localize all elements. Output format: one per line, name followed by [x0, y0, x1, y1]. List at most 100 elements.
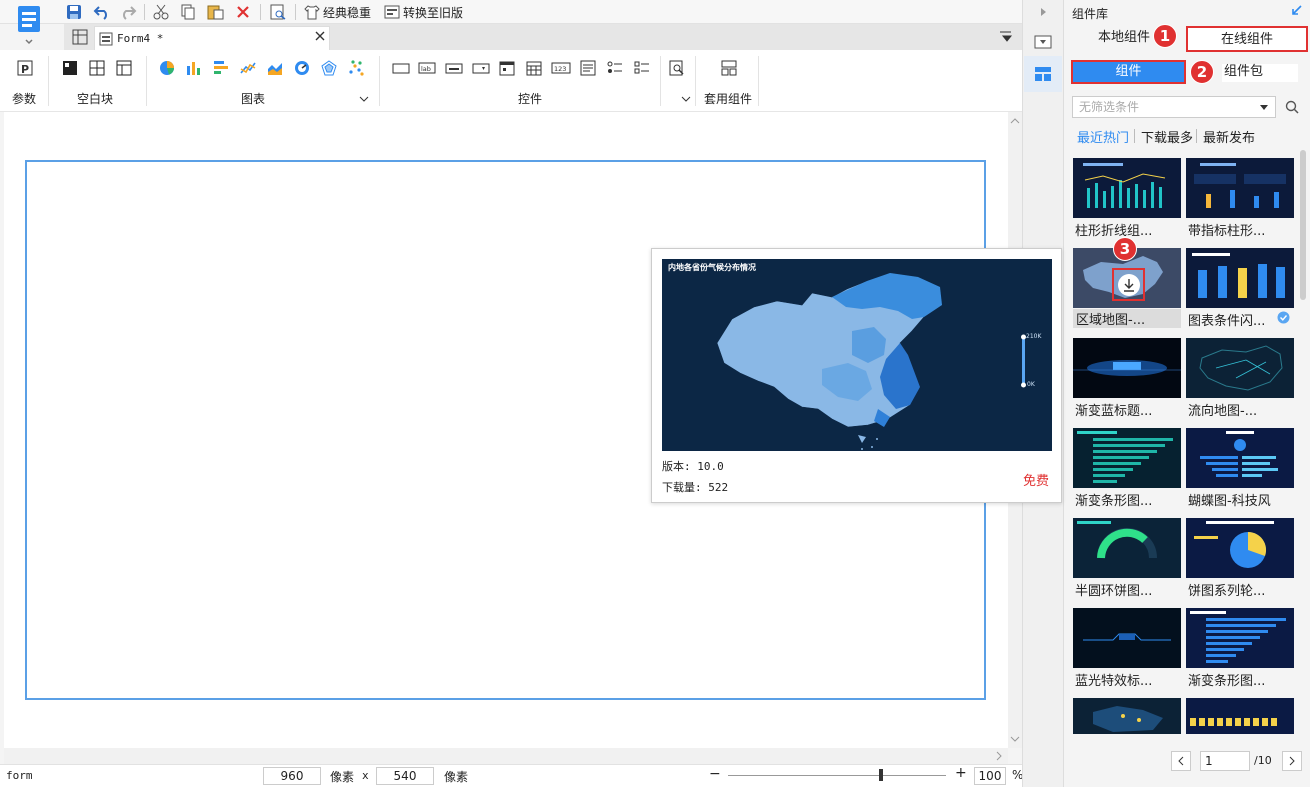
- tab-form4[interactable]: Form4 *: [94, 26, 330, 50]
- apply-component-icon[interactable]: [721, 60, 737, 76]
- divider: [758, 56, 759, 106]
- preview-icon[interactable]: [269, 3, 287, 21]
- component-preview-popup: 内地各省份气候分布情况 210K 0K 版本: 10.0 下载量: 522 免费: [651, 248, 1062, 503]
- close-tab-icon[interactable]: [314, 30, 326, 45]
- zoom-out-icon[interactable]: −: [709, 766, 721, 782]
- layout-icon: [1035, 67, 1051, 81]
- horizontal-bar-icon[interactable]: [213, 60, 229, 76]
- radio-group-icon[interactable]: [607, 60, 623, 76]
- svg-text:123: 123: [554, 65, 566, 73]
- sort-downloads-tab[interactable]: 下载最多: [1141, 127, 1193, 146]
- prev-page-button[interactable]: [1171, 751, 1191, 771]
- scroll-up-icon[interactable]: [1008, 114, 1022, 128]
- panel-title: 组件库: [1072, 7, 1109, 21]
- label-control-icon[interactable]: lab: [418, 60, 436, 76]
- scroll-down-icon[interactable]: [1008, 732, 1022, 746]
- calendar-control-icon[interactable]: [526, 60, 542, 76]
- date-control-icon[interactable]: [499, 60, 515, 76]
- dropdown-control-icon[interactable]: [472, 60, 490, 76]
- absolute-block-icon[interactable]: [62, 60, 78, 76]
- control-group-expand-icon[interactable]: [681, 92, 691, 106]
- chart-group-expand-icon[interactable]: [359, 92, 369, 106]
- parameter-icon[interactable]: P: [17, 60, 33, 76]
- tab-block-icon[interactable]: [116, 60, 132, 76]
- form-doc-icon: [99, 32, 113, 45]
- component-card[interactable]: [1186, 428, 1294, 488]
- scroll-right-icon[interactable]: [992, 749, 1006, 763]
- pie-chart-icon[interactable]: [159, 60, 175, 76]
- convert-old-version-button[interactable]: 转换至旧版: [384, 3, 463, 21]
- next-page-button[interactable]: [1282, 751, 1302, 771]
- component-label: 蝴蝶图-科技风: [1188, 494, 1271, 509]
- cut-icon[interactable]: [153, 3, 169, 21]
- grid-view-icon[interactable]: [72, 29, 88, 48]
- apply-component-group-label: 套用组件: [704, 92, 753, 106]
- component-card[interactable]: [1186, 248, 1294, 308]
- divider: [660, 56, 661, 106]
- search-widget-icon[interactable]: [669, 60, 685, 76]
- filter-select[interactable]: 无筛选条件: [1072, 96, 1276, 118]
- area-chart-icon[interactable]: [267, 60, 283, 76]
- classic-theme-button[interactable]: 经典稳重: [304, 3, 371, 21]
- sort-hot-tab[interactable]: 最近热门: [1077, 127, 1129, 146]
- svg-text:lab: lab: [421, 65, 431, 73]
- preview-map-title: 内地各省份气候分布情况: [668, 263, 756, 272]
- app-menu-icon[interactable]: [14, 4, 44, 45]
- horizontal-scrollbar[interactable]: [4, 748, 1008, 764]
- component-label: 饼图系列轮...: [1188, 584, 1266, 599]
- button-control-icon[interactable]: [445, 60, 463, 76]
- tab-menu-icon[interactable]: [999, 31, 1013, 46]
- text-control-icon[interactable]: [392, 60, 410, 76]
- component-card[interactable]: [1073, 428, 1181, 488]
- zoom-slider-thumb[interactable]: [878, 769, 883, 781]
- price-badge: 免费: [1023, 474, 1050, 489]
- gauge-chart-icon[interactable]: [294, 60, 310, 76]
- radar-chart-icon[interactable]: [321, 60, 337, 76]
- canvas-width-input[interactable]: 960: [263, 767, 321, 785]
- save-icon[interactable]: [66, 3, 82, 21]
- line-chart-icon[interactable]: [240, 60, 256, 76]
- bar-chart-icon[interactable]: [186, 60, 202, 76]
- component-package-button[interactable]: 组件包: [1222, 64, 1298, 82]
- expand-right-icon[interactable]: [1040, 6, 1048, 20]
- copy-icon[interactable]: [180, 3, 196, 21]
- collapse-panel-icon[interactable]: [1290, 5, 1302, 20]
- textarea-control-icon[interactable]: [580, 60, 596, 76]
- component-card[interactable]: [1186, 698, 1294, 734]
- number-control-icon[interactable]: 123: [551, 60, 571, 76]
- sort-newest-tab[interactable]: 最新发布: [1203, 127, 1255, 146]
- tab-online-components[interactable]: 在线组件: [1186, 26, 1308, 52]
- component-button[interactable]: 组件: [1071, 60, 1186, 84]
- component-card[interactable]: [1073, 338, 1181, 398]
- component-card[interactable]: [1073, 158, 1181, 218]
- download-component-button[interactable]: [1112, 268, 1145, 301]
- canvas-height-input[interactable]: 540: [376, 767, 434, 785]
- zoom-input[interactable]: 100: [974, 767, 1006, 785]
- chevron-left-icon: [1178, 756, 1184, 766]
- properties-panel-icon[interactable]: [1034, 34, 1052, 53]
- scatter-chart-icon[interactable]: [348, 60, 364, 76]
- component-card[interactable]: [1186, 338, 1294, 398]
- delete-icon[interactable]: [235, 3, 251, 21]
- redo-icon[interactable]: [119, 3, 137, 21]
- component-label: 流向地图-...: [1188, 404, 1258, 419]
- component-card[interactable]: [1073, 608, 1181, 668]
- search-icon[interactable]: [1285, 100, 1299, 117]
- component-card[interactable]: [1186, 608, 1294, 668]
- component-label: 渐变条形图...: [1188, 674, 1266, 689]
- component-card[interactable]: [1073, 518, 1181, 578]
- component-card[interactable]: [1186, 158, 1294, 218]
- zoom-slider-track[interactable]: [728, 775, 946, 776]
- version-text: 版本: 10.0: [662, 460, 724, 473]
- component-library-toggle[interactable]: [1024, 56, 1062, 92]
- undo-icon[interactable]: [93, 3, 111, 21]
- component-card[interactable]: [1073, 698, 1181, 734]
- zoom-in-icon[interactable]: +: [955, 765, 967, 781]
- split-block-icon[interactable]: [89, 60, 105, 76]
- page-number-input[interactable]: 1: [1200, 751, 1250, 771]
- panel-scrollbar[interactable]: [1300, 150, 1306, 300]
- component-card[interactable]: [1186, 518, 1294, 578]
- paste-icon[interactable]: [207, 3, 225, 21]
- checkbox-group-icon[interactable]: [634, 60, 650, 76]
- step-badge-3: 3: [1113, 237, 1137, 261]
